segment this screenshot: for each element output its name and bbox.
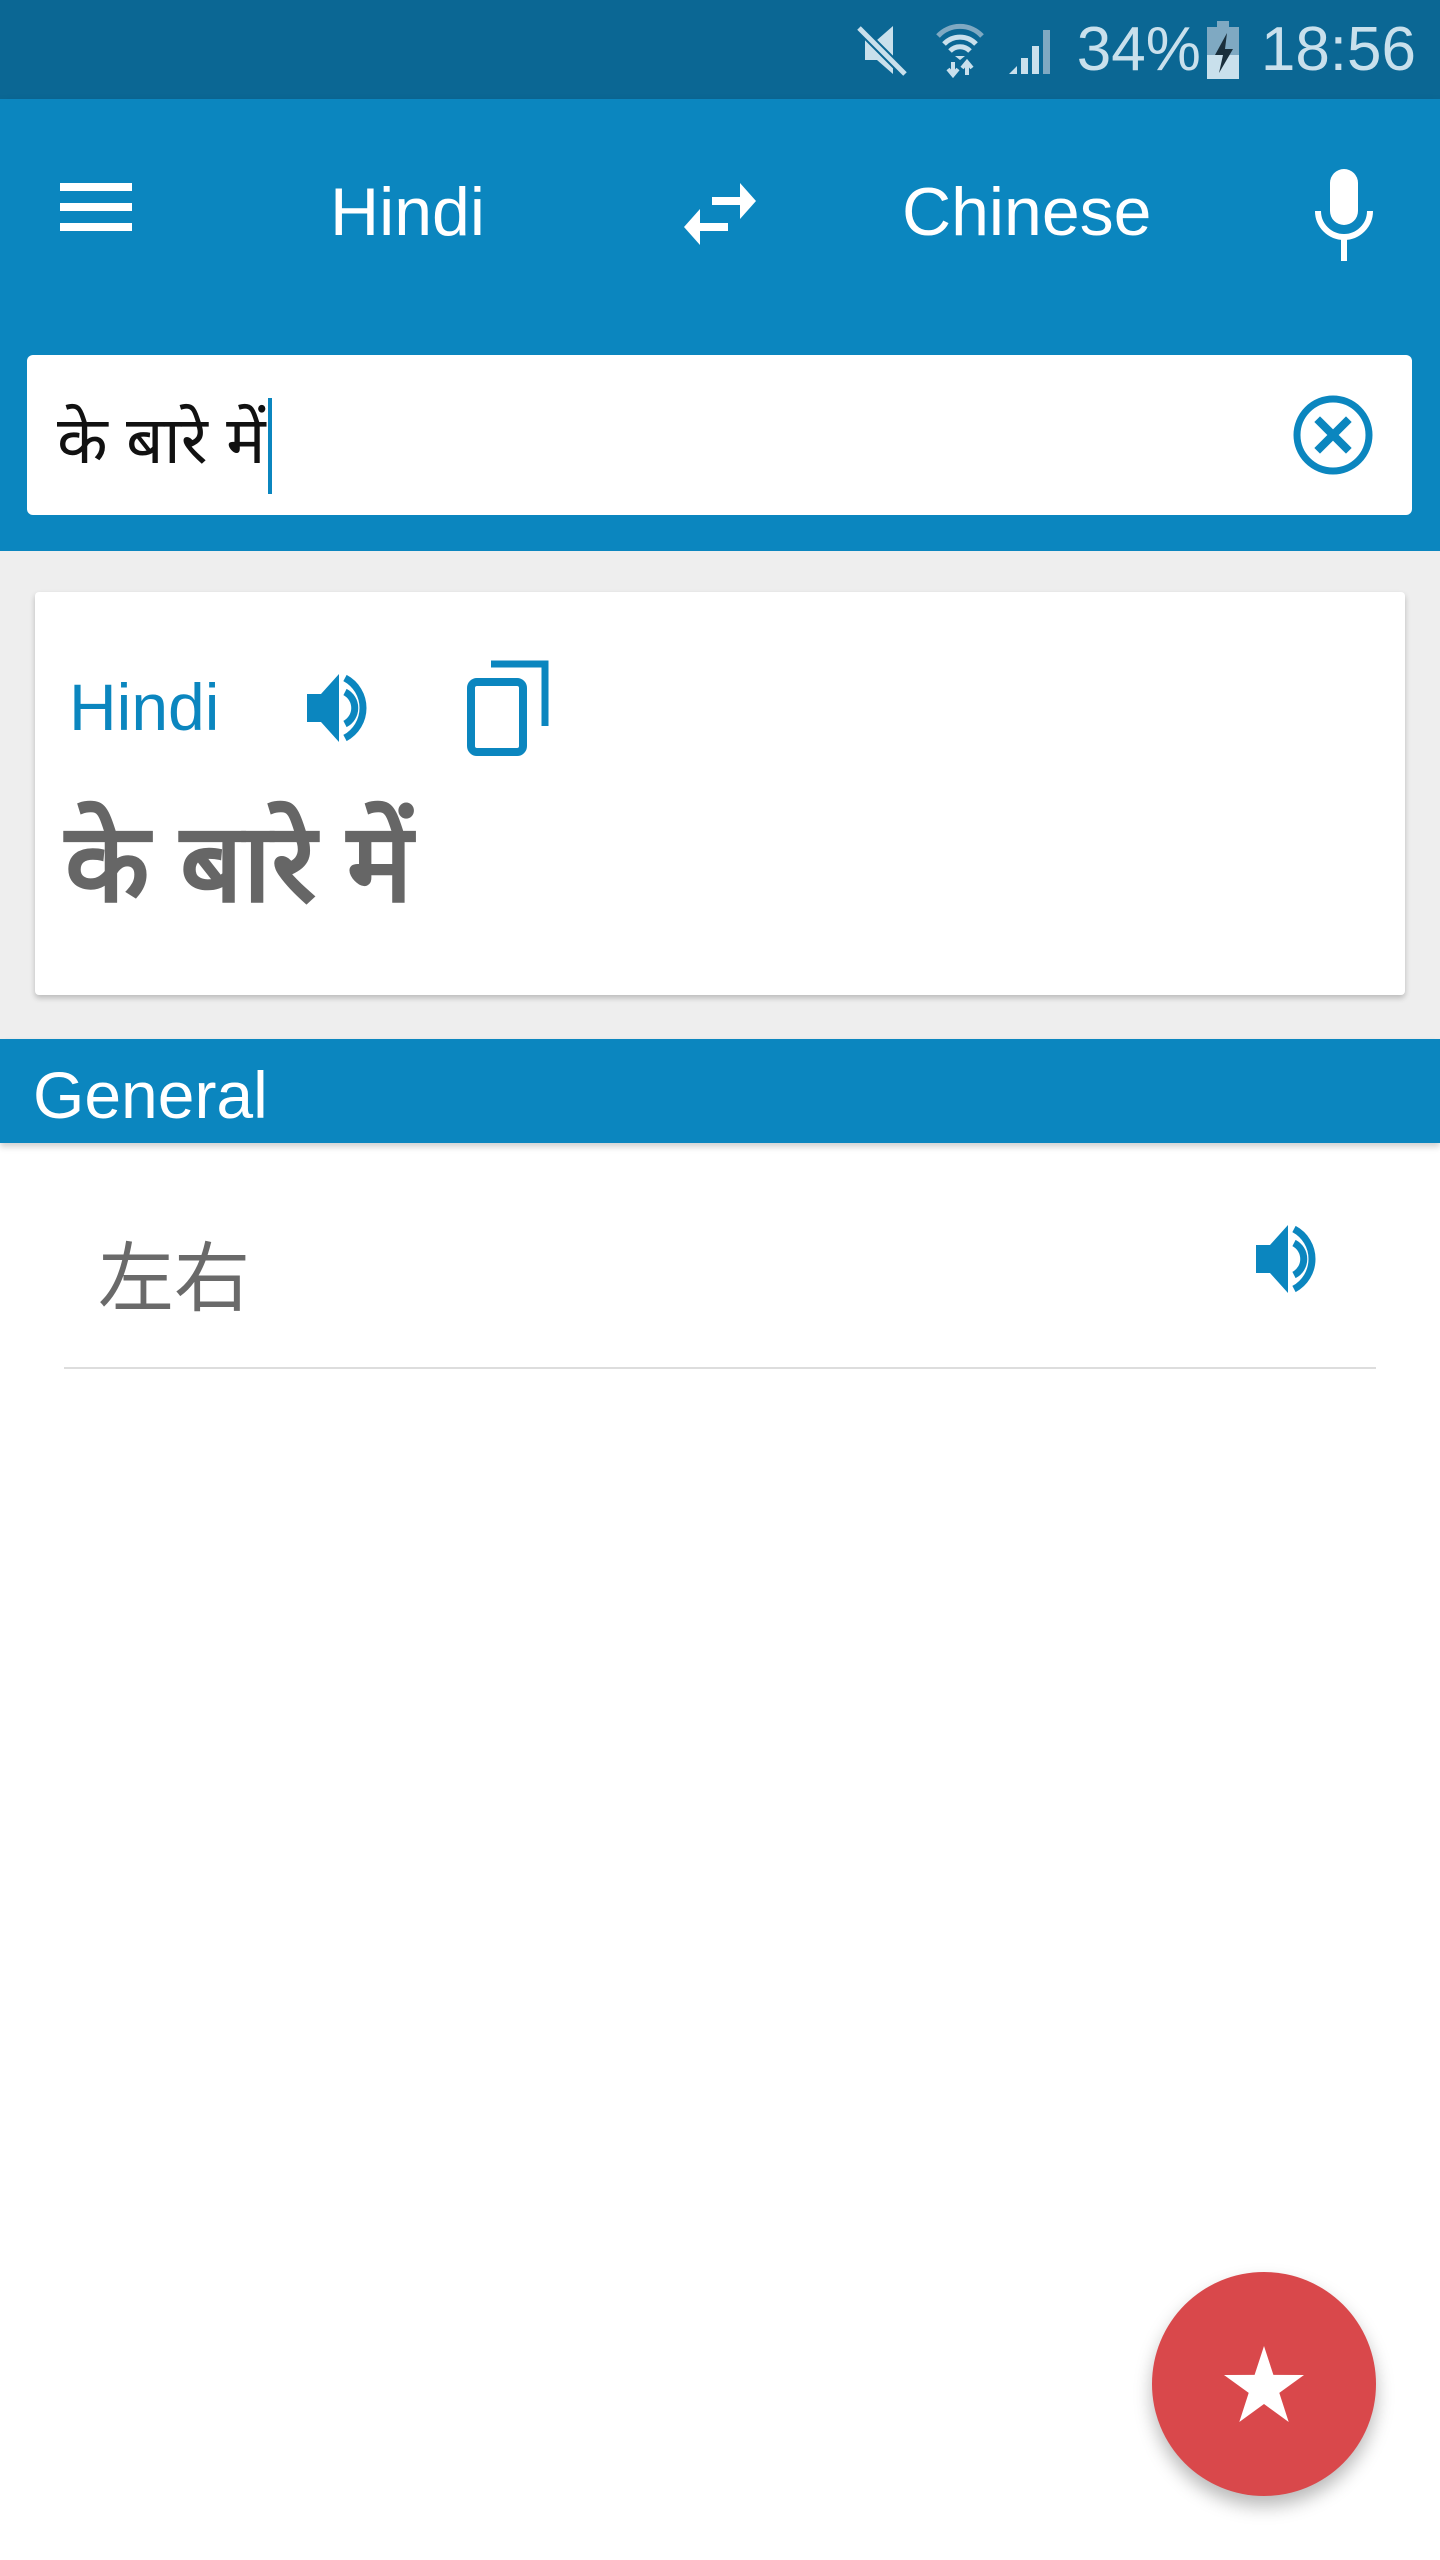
- voice-input-button[interactable]: [1310, 169, 1378, 261]
- microphone-icon: [1315, 169, 1373, 261]
- menu-icon: [60, 183, 132, 231]
- speaker-icon: [307, 674, 367, 742]
- text-input[interactable]: के बारे में: [27, 355, 1412, 515]
- source-language-selector[interactable]: Hindi: [330, 173, 485, 251]
- swap-languages-button[interactable]: [684, 183, 756, 245]
- battery-percent: 34%: [1076, 15, 1201, 84]
- section-title: General: [33, 1058, 268, 1132]
- copy-button[interactable]: [467, 660, 549, 756]
- source-card: Hindi के बारे में: [35, 592, 1405, 995]
- mute-icon: [855, 22, 913, 78]
- clock: 18:56: [1260, 15, 1416, 84]
- wifi-icon: [935, 22, 985, 78]
- source-card-language: Hindi: [69, 670, 220, 744]
- input-value[interactable]: के बारे में: [57, 393, 272, 494]
- menu-button[interactable]: [60, 183, 132, 235]
- target-language-selector[interactable]: Chinese: [902, 173, 1152, 251]
- favorite-button[interactable]: [1152, 2272, 1376, 2496]
- list-divider: [64, 1367, 1376, 1369]
- section-header: General: [0, 1039, 1440, 1143]
- clear-icon: [1293, 395, 1373, 475]
- status-bar: 34% 18:56: [0, 0, 1440, 99]
- clear-input-button[interactable]: [1292, 394, 1374, 476]
- source-speak-button[interactable]: [305, 668, 395, 748]
- result-speak-button[interactable]: [1254, 1219, 1344, 1299]
- speaker-icon: [1256, 1225, 1316, 1293]
- swap-icon: [684, 183, 756, 245]
- copy-icon: [467, 660, 549, 756]
- source-text: के बारे में: [65, 802, 413, 925]
- status-icons: 34% 18:56: [855, 0, 1416, 99]
- text-caret: [267, 397, 272, 494]
- toolbar: Hindi Chinese के बारे में: [0, 99, 1440, 551]
- battery-charging-icon: [1206, 20, 1239, 79]
- translation-text: 左右: [98, 1237, 250, 1322]
- translation-result-item[interactable]: 左右: [0, 1143, 1440, 1368]
- signal-icon: [1007, 22, 1055, 78]
- star-icon: [1224, 2346, 1304, 2422]
